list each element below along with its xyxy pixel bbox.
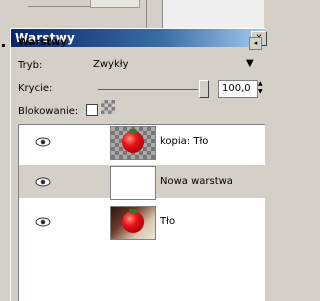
layer-name[interactable]: kopia: Tło [160, 136, 208, 147]
opacity-slider-track[interactable] [98, 89, 198, 90]
eye-icon[interactable] [35, 137, 51, 147]
eye-icon[interactable] [35, 217, 51, 227]
mode-value: Zwykły [93, 59, 129, 70]
opacity-value: 100,0 [222, 83, 251, 94]
layer-thumbnail[interactable] [110, 126, 156, 160]
mode-label: Tryb: [18, 60, 43, 71]
lock-alpha-checkbox[interactable] [86, 104, 98, 116]
layer-name[interactable]: Tło [160, 216, 175, 227]
layer-row[interactable]: kopia: Tło [19, 125, 265, 160]
tomato-leaf [129, 209, 137, 214]
dock-handle-icon[interactable] [2, 44, 5, 47]
eye-icon[interactable] [35, 177, 51, 187]
layer-row[interactable]: Tło [19, 205, 265, 240]
opacity-spinbox[interactable]: 100,0 [218, 80, 258, 98]
mode-select[interactable]: Zwykły ▼ [88, 55, 264, 73]
tomato-image [122, 131, 144, 153]
layer-thumbnail[interactable] [110, 206, 156, 240]
lock-label: Blokowanie: [18, 106, 79, 117]
background-workspace [0, 0, 264, 28]
tomato-leaf [129, 129, 137, 134]
layers-list[interactable]: kopia: Tło Nowa warstwa Tło [18, 124, 265, 301]
spin-down-icon[interactable]: ▼ [258, 88, 264, 96]
divider [146, 0, 147, 28]
opacity-spin-arrows[interactable]: ▲ ▼ [258, 80, 264, 98]
spin-up-icon[interactable]: ▲ [258, 80, 264, 88]
layer-row-selected[interactable]: Nowa warstwa [19, 165, 265, 200]
background-tab [90, 0, 140, 8]
chevron-down-icon: ▼ [246, 58, 254, 69]
opacity-slider-handle[interactable] [199, 80, 209, 98]
dock-title: Warstwy [18, 37, 67, 48]
alpha-checker-icon [101, 100, 115, 114]
triangle-left-icon: ◂ [253, 39, 258, 47]
tomato-image [122, 211, 144, 233]
background-window [163, 0, 264, 28]
opacity-label: Krycie: [18, 83, 53, 94]
layer-thumbnail[interactable] [110, 166, 156, 200]
dock-menu-button[interactable]: ◂ [249, 37, 262, 50]
layer-name[interactable]: Nowa warstwa [160, 176, 233, 187]
